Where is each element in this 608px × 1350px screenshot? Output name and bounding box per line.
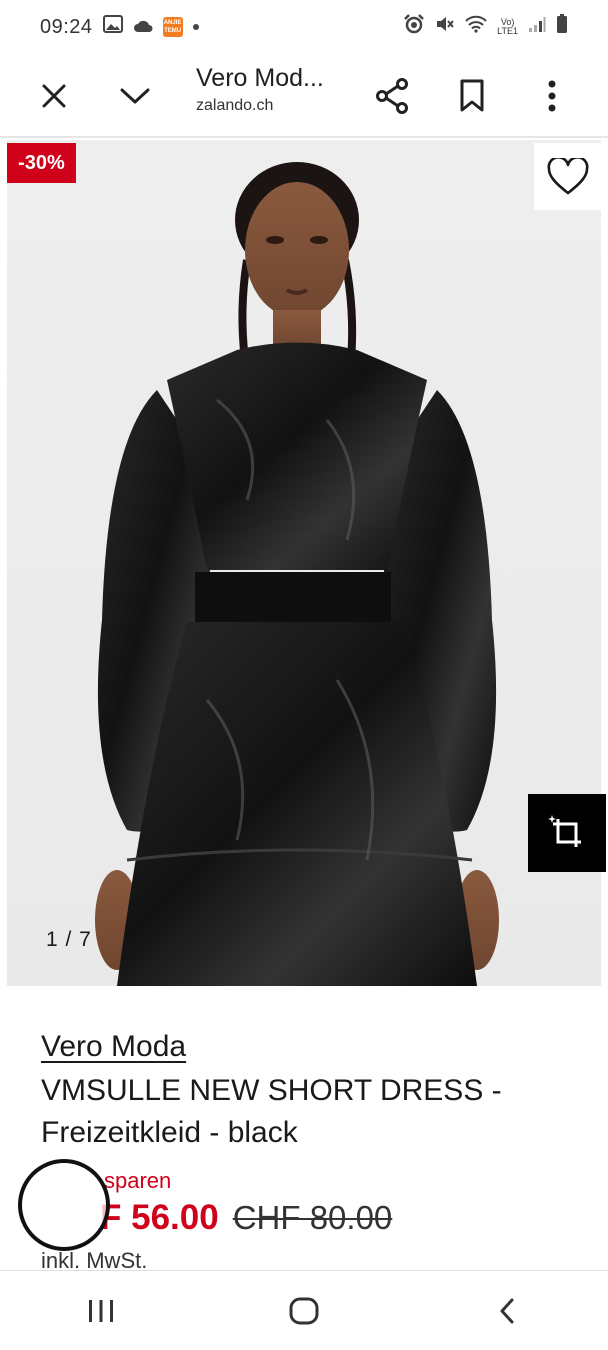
lte-label: LTE1 bbox=[497, 26, 518, 36]
alarm-icon bbox=[403, 14, 425, 40]
product-image[interactable] bbox=[7, 140, 601, 986]
more-menu-button[interactable] bbox=[528, 72, 576, 120]
crop-search-icon bbox=[548, 815, 581, 847]
temu-app-icon: ANJIE TEMU bbox=[162, 17, 183, 37]
image-counter: 1 / 7 bbox=[46, 928, 92, 951]
original-price: CHF 80.00 bbox=[232, 1199, 393, 1236]
heart-icon bbox=[547, 157, 588, 194]
notification-dot-icon bbox=[192, 24, 199, 30]
current-price: F 56.00 bbox=[100, 1198, 219, 1237]
close-button[interactable] bbox=[30, 72, 78, 120]
close-icon bbox=[42, 84, 66, 108]
wifi-icon bbox=[465, 15, 487, 39]
share-button[interactable] bbox=[368, 72, 416, 120]
recents-icon bbox=[89, 1299, 114, 1322]
page-title: Vero Mod... bbox=[196, 64, 324, 92]
visual-search-button[interactable] bbox=[528, 794, 606, 872]
mute-icon bbox=[435, 14, 455, 40]
battery-icon bbox=[556, 14, 568, 40]
signal-icon bbox=[528, 16, 546, 39]
page-domain: zalando.ch bbox=[196, 97, 274, 114]
collapse-button[interactable] bbox=[111, 72, 159, 120]
browser-toolbar: Vero Mod... zalando.ch bbox=[0, 54, 608, 138]
system-nav-bar bbox=[0, 1270, 608, 1350]
bookmark-button[interactable] bbox=[448, 72, 496, 120]
cloud-icon bbox=[133, 16, 153, 39]
page-title-area[interactable]: Vero Mod... zalando.ch bbox=[196, 64, 346, 115]
status-bar: 09:24 ANJIE TEMU Vo) LTE1 bbox=[0, 0, 608, 54]
home-button[interactable] bbox=[264, 1281, 344, 1341]
more-vert-icon bbox=[548, 80, 556, 112]
back-icon bbox=[500, 1298, 514, 1323]
chevron-down-icon bbox=[120, 88, 150, 104]
price-row: F 56.00 CHF 80.00 bbox=[100, 1198, 392, 1238]
image-icon bbox=[102, 15, 123, 39]
clock: 09:24 bbox=[40, 15, 93, 38]
share-icon bbox=[376, 78, 408, 114]
recents-button[interactable] bbox=[61, 1281, 141, 1341]
brand-link[interactable]: Vero Moda bbox=[41, 1030, 186, 1064]
discount-badge: -30% bbox=[7, 143, 76, 183]
volte-lte-icon: Vo) LTE1 bbox=[497, 18, 518, 36]
home-icon bbox=[289, 1297, 319, 1324]
model-illustration bbox=[95, 162, 499, 986]
wishlist-button[interactable] bbox=[534, 143, 601, 210]
back-button[interactable] bbox=[467, 1281, 547, 1341]
floating-assistant-button[interactable] bbox=[18, 1159, 110, 1251]
bookmark-icon bbox=[460, 79, 484, 112]
product-name: VMSULLE NEW SHORT DRESS - Freizeitkleid … bbox=[41, 1074, 502, 1149]
savings-label: sparen bbox=[104, 1168, 172, 1193]
